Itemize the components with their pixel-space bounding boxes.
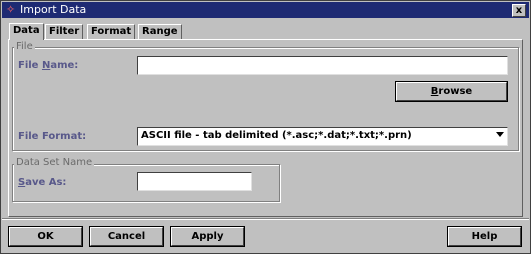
dataset-group-title: Data Set Name <box>14 157 95 169</box>
help-button[interactable]: Help <box>448 227 521 246</box>
file-format-label: File Format: <box>18 131 87 142</box>
tab-format[interactable]: Format <box>87 24 136 39</box>
title-bar[interactable]: ✧ Import Data x <box>2 2 529 18</box>
import-data-dialog: ✧ Import Data x Data Filter Format Range… <box>0 0 531 254</box>
tab-data[interactable]: Data <box>9 23 44 40</box>
file-name-input[interactable] <box>137 56 508 75</box>
window-title: Import Data <box>20 3 87 16</box>
tab-range[interactable]: Range <box>138 24 182 39</box>
file-group-title: File <box>14 41 35 53</box>
file-name-label: File Name: <box>18 60 79 71</box>
apply-button[interactable]: Apply <box>171 227 244 246</box>
save-as-input[interactable] <box>137 172 252 191</box>
close-button[interactable]: x <box>512 4 526 17</box>
save-as-label: Save As: <box>18 177 67 188</box>
browse-button[interactable]: Browse <box>396 82 507 101</box>
tab-filter[interactable]: Filter <box>45 24 84 39</box>
button-separator <box>2 218 529 220</box>
app-icon: ✧ <box>6 3 16 16</box>
cancel-button[interactable]: Cancel <box>90 227 163 246</box>
chevron-down-icon[interactable] <box>496 132 504 137</box>
ok-button[interactable]: OK <box>9 227 82 246</box>
file-format-value: ASCII file - tab delimited (*.asc;*.dat;… <box>141 130 412 141</box>
file-format-select[interactable]: ASCII file - tab delimited (*.asc;*.dat;… <box>137 127 508 146</box>
